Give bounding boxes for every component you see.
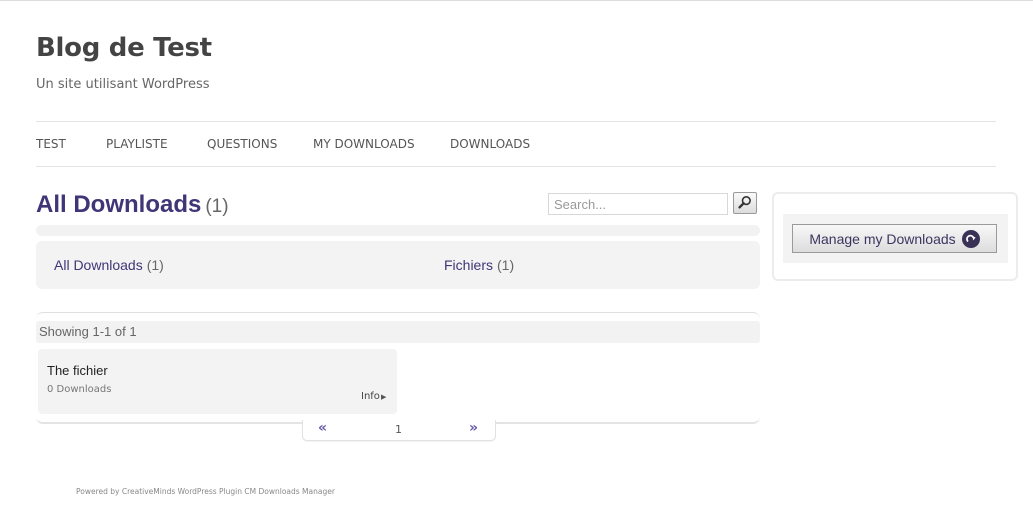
nav-item-test[interactable]: TEST xyxy=(36,137,66,151)
category-fichiers-count: (1) xyxy=(497,257,515,273)
download-item-card[interactable]: The fichier 0 Downloads Info▶ xyxy=(38,349,397,414)
manage-my-downloads-button[interactable]: Manage my Downloads xyxy=(792,224,997,253)
nav-item-questions[interactable]: QUESTIONS xyxy=(207,137,277,151)
page-title-text: All Downloads xyxy=(36,191,202,218)
pagination: « 1 » xyxy=(302,420,496,441)
footer-credit[interactable]: Powered by CreativeMinds WordPress Plugi… xyxy=(76,487,335,496)
category-all-downloads[interactable]: All Downloads (1) xyxy=(54,257,164,273)
page-title-count: (1) xyxy=(205,196,229,217)
pagination-next[interactable]: » xyxy=(469,420,478,436)
magnifier-icon xyxy=(738,194,752,213)
info-label: Info xyxy=(361,391,380,402)
sidebar-widget: Manage my Downloads xyxy=(772,192,1018,281)
site-title[interactable]: Blog de Test xyxy=(36,33,212,63)
main-navigation: TEST PLAYLISTE QUESTIONS MY DOWNLOADS DO… xyxy=(36,121,996,167)
nav-item-my-downloads[interactable]: MY DOWNLOADS xyxy=(313,137,415,151)
search-button[interactable] xyxy=(733,192,757,214)
category-all-downloads-label: All Downloads xyxy=(54,257,143,273)
nav-item-playliste[interactable]: PLAYLISTE xyxy=(106,137,168,151)
top-rule xyxy=(0,0,1033,1)
download-item-count: 0 Downloads xyxy=(47,384,112,395)
pagination-prev[interactable]: « xyxy=(318,420,327,436)
results-summary: Showing 1-1 of 1 xyxy=(39,324,137,339)
nav-item-downloads[interactable]: DOWNLOADS xyxy=(450,137,530,151)
top-divider-bar xyxy=(36,225,760,236)
search-input[interactable] xyxy=(548,193,728,215)
download-item-info-link[interactable]: Info▶ xyxy=(361,391,386,402)
page-title: All Downloads (1) xyxy=(36,191,229,219)
triangle-right-icon: ▶ xyxy=(380,393,387,401)
category-fichiers-label: Fichiers xyxy=(444,257,494,273)
redo-arrow-icon xyxy=(961,229,980,248)
sidebar-widget-inner: Manage my Downloads xyxy=(783,214,1008,263)
category-fichiers[interactable]: Fichiers (1) xyxy=(444,257,514,273)
download-item-title[interactable]: The fichier xyxy=(47,363,108,378)
site-description: Un site utilisant WordPress xyxy=(36,77,210,92)
category-all-downloads-count: (1) xyxy=(146,257,164,273)
manage-button-label: Manage my Downloads xyxy=(809,230,956,247)
pagination-page-1[interactable]: 1 xyxy=(395,423,402,436)
category-panel: All Downloads (1) Fichiers (1) xyxy=(36,241,760,289)
results-summary-bar: Showing 1-1 of 1 xyxy=(36,321,760,343)
